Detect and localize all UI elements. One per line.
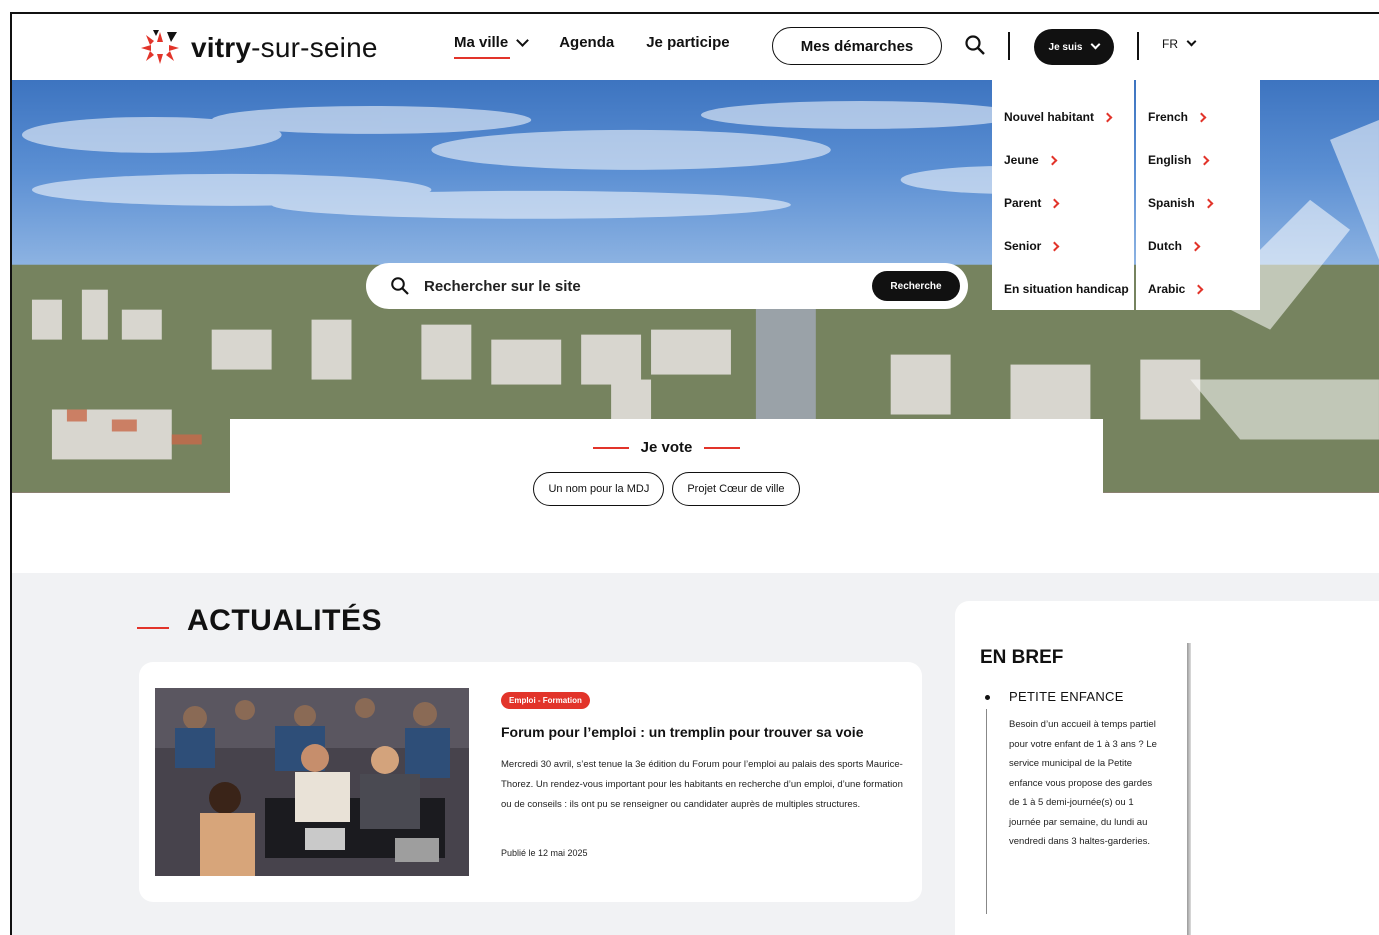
vote-heading: Je vote bbox=[230, 439, 1103, 456]
chevron-down-icon bbox=[516, 33, 530, 47]
vote-option-mdj-button[interactable]: Un nom pour la MDJ bbox=[533, 472, 665, 506]
profile-label: Senior bbox=[1004, 239, 1042, 253]
panel-shadow bbox=[1187, 643, 1191, 935]
vote-title: Je vote bbox=[640, 439, 693, 456]
chevron-down-icon bbox=[1091, 39, 1101, 50]
chevron-right-icon bbox=[1203, 198, 1214, 208]
profile-senior[interactable]: Senior bbox=[1004, 239, 1060, 253]
site-logo[interactable]: vitry-sur-seine bbox=[137, 28, 378, 68]
en-bref-panel: EN BREF PETITE ENFANCE Besoin d’un accue… bbox=[955, 601, 1379, 935]
search-icon[interactable] bbox=[964, 34, 986, 56]
chevron-right-icon bbox=[1190, 241, 1201, 251]
news-card[interactable]: Emploi - Formation Forum pour l’emploi :… bbox=[139, 662, 922, 902]
profile-label: Jeune bbox=[1004, 153, 1039, 167]
divider bbox=[1137, 32, 1139, 60]
language-option-dutch[interactable]: Dutch bbox=[1148, 239, 1201, 253]
nav-je-participe[interactable]: Je participe bbox=[646, 34, 729, 51]
vote-options: Un nom pour la MDJ Projet Cœur de ville bbox=[230, 472, 1103, 506]
language-option-label: Dutch bbox=[1148, 239, 1182, 253]
news-section-title: ACTUALITÉS bbox=[137, 604, 382, 638]
heading-rule bbox=[704, 446, 741, 449]
language-option-spanish[interactable]: Spanish bbox=[1148, 196, 1214, 210]
chevron-right-icon bbox=[1049, 198, 1060, 208]
language-option-english[interactable]: English bbox=[1148, 153, 1210, 167]
search-icon bbox=[391, 277, 409, 295]
language-label: FR bbox=[1162, 37, 1178, 51]
chevron-right-icon bbox=[1196, 112, 1207, 122]
language-option-label: French bbox=[1148, 110, 1189, 124]
language-dropdown: French English Spanish Dutch Arabic bbox=[1136, 80, 1260, 310]
chevron-right-icon bbox=[1102, 112, 1113, 122]
news-category-badge[interactable]: Emploi - Formation bbox=[501, 692, 590, 709]
language-option-arabic[interactable]: Arabic bbox=[1148, 282, 1204, 296]
news-title-text: ACTUALITÉS bbox=[187, 604, 382, 637]
je-suis-dropdown: Nouvel habitant Jeune Parent Senior En s… bbox=[992, 80, 1134, 310]
chevron-right-icon bbox=[1199, 155, 1210, 165]
profile-label: Parent bbox=[1004, 196, 1042, 210]
news-card-date: Publié le 12 mai 2025 bbox=[501, 848, 588, 858]
profile-label: En situation handicap bbox=[1004, 282, 1129, 296]
je-suis-label: Je suis bbox=[1048, 41, 1083, 53]
search-input[interactable]: Rechercher sur le site bbox=[424, 278, 581, 295]
search-submit-button[interactable]: Recherche bbox=[872, 271, 960, 301]
profile-label: Nouvel habitant bbox=[1004, 110, 1095, 124]
logo-text: vitry-sur-seine bbox=[191, 32, 378, 63]
job-forum-photo bbox=[155, 688, 469, 876]
profile-handicap[interactable]: En situation handicap bbox=[1004, 282, 1129, 296]
en-bref-item-title[interactable]: PETITE ENFANCE bbox=[1009, 689, 1124, 704]
language-selector[interactable]: FR bbox=[1162, 36, 1197, 51]
news-card-image[interactable] bbox=[155, 688, 469, 876]
heading-rule bbox=[592, 446, 629, 449]
vote-panel: Je vote Un nom pour la MDJ Projet Cœur d… bbox=[230, 419, 1103, 506]
page-frame: vitry-sur-seine Ma ville Agenda Je parti… bbox=[10, 12, 1379, 935]
language-option-french[interactable]: French bbox=[1148, 110, 1207, 124]
heading-rule bbox=[137, 627, 169, 629]
news-card-title[interactable]: Forum pour l’emploi : un tremplin pour t… bbox=[501, 724, 863, 740]
mes-demarches-button[interactable]: Mes démarches bbox=[772, 27, 942, 65]
nav-ma-ville-label: Ma ville bbox=[454, 34, 509, 51]
news-card-excerpt: Mercredi 30 avril, s’est tenue la 3e édi… bbox=[501, 759, 903, 810]
site-search-bar[interactable]: Rechercher sur le site Recherche bbox=[366, 263, 968, 309]
profile-jeune[interactable]: Jeune bbox=[1004, 153, 1058, 167]
language-option-label: Spanish bbox=[1148, 196, 1195, 210]
chevron-right-icon bbox=[1047, 155, 1058, 165]
je-suis-button[interactable]: Je suis bbox=[1034, 29, 1114, 65]
language-option-label: Arabic bbox=[1148, 282, 1186, 296]
en-bref-title: EN BREF bbox=[980, 647, 1064, 668]
language-option-label: English bbox=[1148, 153, 1192, 167]
main-nav: Ma ville Agenda Je participe bbox=[454, 33, 762, 59]
chevron-right-icon bbox=[1193, 284, 1204, 294]
chevron-down-icon bbox=[1186, 36, 1197, 47]
site-header: vitry-sur-seine Ma ville Agenda Je parti… bbox=[12, 14, 1379, 80]
divider bbox=[1008, 32, 1010, 60]
vote-option-coeur-de-ville-button[interactable]: Projet Cœur de ville bbox=[672, 472, 800, 506]
nav-agenda[interactable]: Agenda bbox=[559, 34, 614, 51]
bullet-icon bbox=[985, 695, 990, 700]
profile-nouvel-habitant[interactable]: Nouvel habitant bbox=[1004, 110, 1113, 124]
divider bbox=[986, 709, 987, 914]
chevron-right-icon bbox=[1049, 241, 1060, 251]
logo-star-icon bbox=[141, 30, 179, 64]
nav-ma-ville[interactable]: Ma ville bbox=[454, 33, 530, 59]
profile-parent[interactable]: Parent bbox=[1004, 196, 1060, 210]
en-bref-item-text: Besoin d’un accueil à temps partiel pour… bbox=[1009, 719, 1157, 847]
